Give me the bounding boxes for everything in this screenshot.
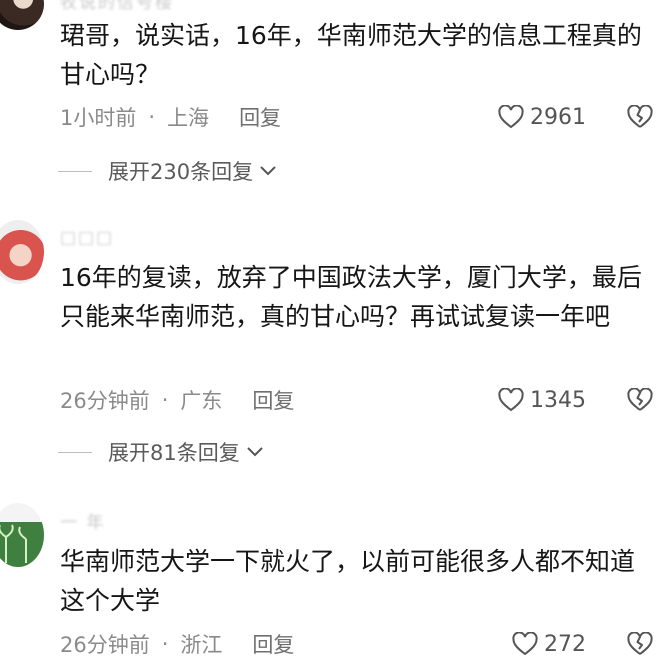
broken-heart-icon	[627, 632, 653, 655]
like-button[interactable]: 1345	[498, 385, 586, 415]
broken-heart-icon	[627, 388, 653, 411]
broken-heart-icon	[627, 105, 653, 128]
avatar[interactable]	[0, 503, 44, 567]
comment-meta: 1小时前 · 上海 回复	[60, 102, 281, 132]
divider-line	[58, 451, 92, 453]
comment-time: 26分钟前	[60, 389, 150, 413]
comment-time: 26分钟前	[60, 633, 150, 657]
divider-line	[58, 170, 92, 172]
heart-outline-icon	[498, 105, 524, 129]
expand-replies-button[interactable]: 展开230条回复	[58, 156, 277, 186]
chevron-down-icon	[247, 447, 263, 457]
comment-meta: 26分钟前 · 浙江 回复	[60, 629, 294, 659]
reply-button[interactable]: 回复	[252, 629, 294, 659]
like-count: 1345	[530, 387, 586, 413]
comment-text: 16年的复读，放弃了中国政法大学，厦门大学，最后只能来华南师范，真的甘心吗？再试…	[60, 263, 642, 331]
chevron-down-icon	[260, 166, 276, 176]
dislike-button[interactable]	[625, 629, 655, 659]
comment-meta: 26分钟前 · 广东 回复	[60, 385, 294, 415]
heart-outline-icon	[498, 388, 524, 412]
heart-outline-icon	[512, 632, 538, 656]
comment-time: 1小时前	[60, 106, 137, 130]
comment-location: 广东	[180, 389, 223, 413]
separator-dot: ·	[161, 388, 169, 412]
expand-label: 展开81条回复	[108, 441, 240, 465]
username[interactable]: 一 年	[60, 508, 105, 533]
avatar[interactable]	[0, 0, 44, 30]
sprout-graphic	[0, 524, 27, 563]
dislike-button[interactable]	[625, 102, 655, 132]
comment-location: 上海	[167, 106, 210, 130]
expand-replies-button[interactable]: 展开81条回复	[58, 437, 264, 467]
dislike-button[interactable]	[625, 385, 655, 415]
like-button[interactable]: 272	[512, 629, 586, 659]
separator-dot: ·	[161, 632, 169, 656]
like-count: 272	[544, 631, 586, 657]
comment-text: 珺哥，说实话，16年，华南师范大学的信息工程真的甘心吗？	[60, 21, 642, 89]
expand-label: 展开230条回复	[108, 160, 254, 184]
username[interactable]: 牧说的信号楼	[60, 0, 174, 13]
avatar[interactable]	[0, 220, 44, 284]
separator-dot: ·	[148, 105, 156, 129]
comment-location: 浙江	[180, 633, 223, 657]
like-count: 2961	[530, 104, 586, 130]
comment-text: 华南师范大学一下就火了，以前可能很多人都不知道这个大学	[60, 547, 636, 615]
username[interactable]: □□□	[60, 228, 114, 248]
reply-button[interactable]: 回复	[239, 102, 281, 132]
reply-button[interactable]: 回复	[252, 385, 294, 415]
like-button[interactable]: 2961	[498, 102, 586, 132]
